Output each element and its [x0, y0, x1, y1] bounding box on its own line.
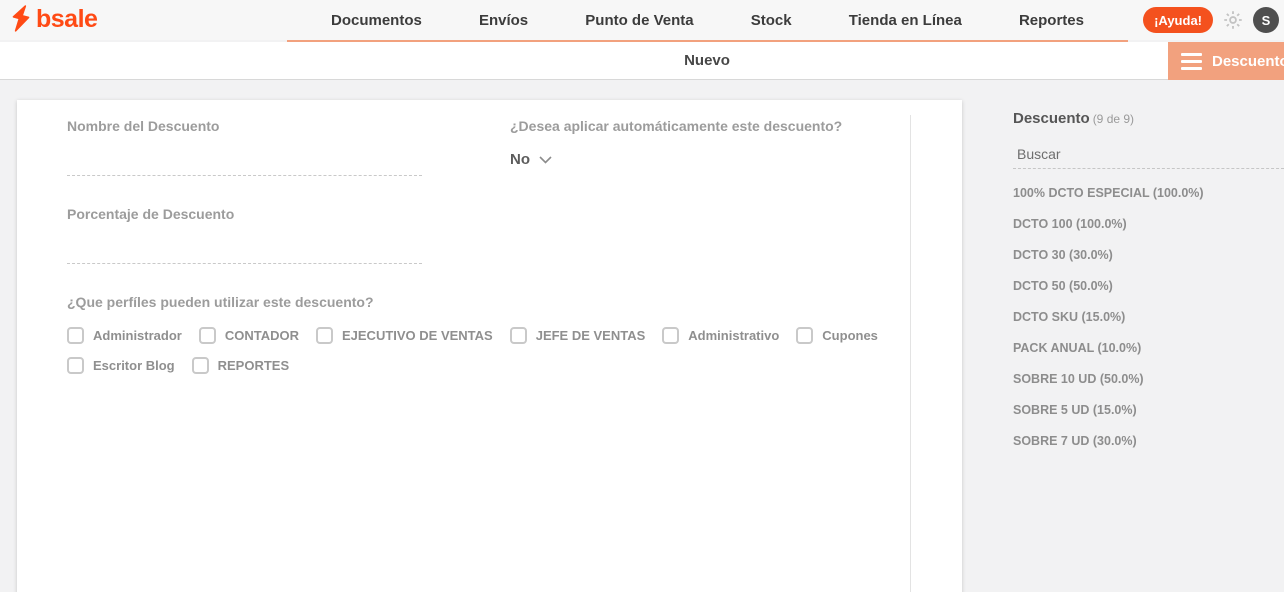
profile-checkbox-label: JEFE DE VENTAS: [536, 328, 646, 343]
nombre-descuento-label: Nombre del Descuento: [67, 118, 510, 134]
search-input[interactable]: [1013, 143, 1284, 169]
discount-form-card: Nombre del Descuento ¿Desea aplicar auto…: [17, 100, 962, 592]
main-nav: Documentos Envíos Punto de Venta Stock Tiend…: [287, 0, 1128, 40]
nombre-descuento-input[interactable]: [67, 152, 422, 176]
auto-apply-selected-value: No: [510, 151, 530, 168]
discount-list-item[interactable]: DCTO 50 (50.0%): [1013, 271, 1284, 302]
discount-list-item[interactable]: DCTO 30 (30.0%): [1013, 240, 1284, 271]
discount-list: 100% DCTO ESPECIAL (100.0%)DCTO 100 (100…: [1013, 178, 1284, 457]
checkbox-unchecked[interactable]: [199, 327, 216, 344]
nav-item[interactable]: Reportes: [1019, 12, 1084, 29]
nav-item[interactable]: Envíos: [479, 12, 528, 29]
checkbox-unchecked[interactable]: [510, 327, 527, 344]
porcentaje-descuento-label: Porcentaje de Descuento: [67, 206, 510, 222]
checkbox-unchecked[interactable]: [796, 327, 813, 344]
panel-count: (9 de 9): [1093, 112, 1134, 126]
checkbox-unchecked[interactable]: [67, 357, 84, 374]
profile-checkbox-option[interactable]: JEFE DE VENTAS: [510, 327, 646, 344]
profile-checkbox-label: Escritor Blog: [93, 358, 175, 373]
porcentaje-descuento-input[interactable]: [67, 240, 422, 264]
profile-checkbox-label: Administrativo: [688, 328, 779, 343]
profile-checkbox-label: REPORTES: [218, 358, 290, 373]
discount-list-item[interactable]: SOBRE 7 UD (30.0%): [1013, 426, 1284, 457]
discount-list-item[interactable]: DCTO SKU (15.0%): [1013, 302, 1284, 333]
top-actions: ¡Ayuda! S: [1143, 0, 1279, 40]
checkbox-unchecked[interactable]: [192, 357, 209, 374]
top-bar: bsale Documentos Envíos Punto de Venta Stoc…: [0, 0, 1284, 40]
profile-checkbox-label: Administrador: [93, 328, 182, 343]
profile-checkbox-label: Cupones: [822, 328, 878, 343]
profile-checkbox-option[interactable]: CONTADOR: [199, 327, 299, 344]
nav-active-underline: [287, 40, 1128, 42]
tab-nuevo[interactable]: Nuevo: [684, 42, 730, 80]
help-button[interactable]: ¡Ayuda!: [1143, 7, 1213, 33]
discount-list-item[interactable]: 100% DCTO ESPECIAL (100.0%): [1013, 178, 1284, 209]
chevron-down-icon: [539, 156, 552, 164]
auto-apply-field: ¿Desea aplicar automáticamente este desc…: [510, 118, 910, 206]
nombre-descuento-field: Nombre del Descuento: [67, 118, 510, 176]
panel-title: Descuento(9 de 9): [1013, 110, 1284, 127]
profile-checkbox-label: EJECUTIVO DE VENTAS: [342, 328, 493, 343]
profile-checkbox-option[interactable]: EJECUTIVO DE VENTAS: [316, 327, 493, 344]
hamburger-icon: [1181, 53, 1202, 70]
porcentaje-descuento-field: Porcentaje de Descuento: [67, 206, 510, 264]
nav-item[interactable]: Tienda en Línea: [849, 12, 962, 29]
descuento-panel-button[interactable]: Descuento: [1168, 42, 1284, 80]
checkbox-unchecked[interactable]: [662, 327, 679, 344]
panel-title-text: Descuento: [1013, 110, 1090, 127]
profile-checkbox-option[interactable]: Administrativo: [662, 327, 779, 344]
checkbox-unchecked[interactable]: [316, 327, 333, 344]
nav-item[interactable]: Stock: [751, 12, 792, 29]
profile-checkbox-option[interactable]: Escritor Blog: [67, 357, 175, 374]
bsale-logo[interactable]: bsale: [10, 5, 97, 33]
discount-list-item[interactable]: DCTO 100 (100.0%): [1013, 209, 1284, 240]
bsale-logo-text: bsale: [36, 5, 97, 33]
auto-apply-question: ¿Desea aplicar automáticamente este desc…: [510, 118, 890, 134]
profile-checkbox-option[interactable]: Cupones: [796, 327, 878, 344]
discount-list-item[interactable]: SOBRE 10 UD (50.0%): [1013, 364, 1284, 395]
gear-icon[interactable]: [1221, 8, 1245, 32]
profiles-section: ¿Que perfíles pueden utilizar este descu…: [67, 294, 910, 374]
bsale-lightning-icon: [10, 5, 32, 33]
profile-checkbox-label: CONTADOR: [225, 328, 299, 343]
avatar[interactable]: S: [1253, 7, 1279, 33]
subheader-bar: Nuevo: [0, 42, 1284, 80]
form-column: Nombre del Descuento ¿Desea aplicar auto…: [17, 100, 910, 592]
nav-item[interactable]: Documentos: [331, 12, 422, 29]
profiles-checkbox-group: Administrador CONTADOR EJECUTIVO DE VENT…: [67, 327, 910, 374]
descuento-list-panel: Descuento(9 de 9) 100% DCTO ESPECIAL (10…: [1013, 110, 1284, 457]
card-right-divider-column: [910, 115, 962, 592]
profile-checkbox-option[interactable]: Administrador: [67, 327, 182, 344]
discount-list-item[interactable]: SOBRE 5 UD (15.0%): [1013, 395, 1284, 426]
profiles-question: ¿Que perfíles pueden utilizar este descu…: [67, 294, 910, 310]
checkbox-unchecked[interactable]: [67, 327, 84, 344]
auto-apply-select[interactable]: No: [510, 151, 552, 168]
nav-item[interactable]: Punto de Venta: [585, 12, 693, 29]
discount-list-item[interactable]: PACK ANUAL (10.0%): [1013, 333, 1284, 364]
profile-checkbox-option[interactable]: REPORTES: [192, 357, 290, 374]
descuento-button-label: Descuento: [1212, 53, 1284, 70]
